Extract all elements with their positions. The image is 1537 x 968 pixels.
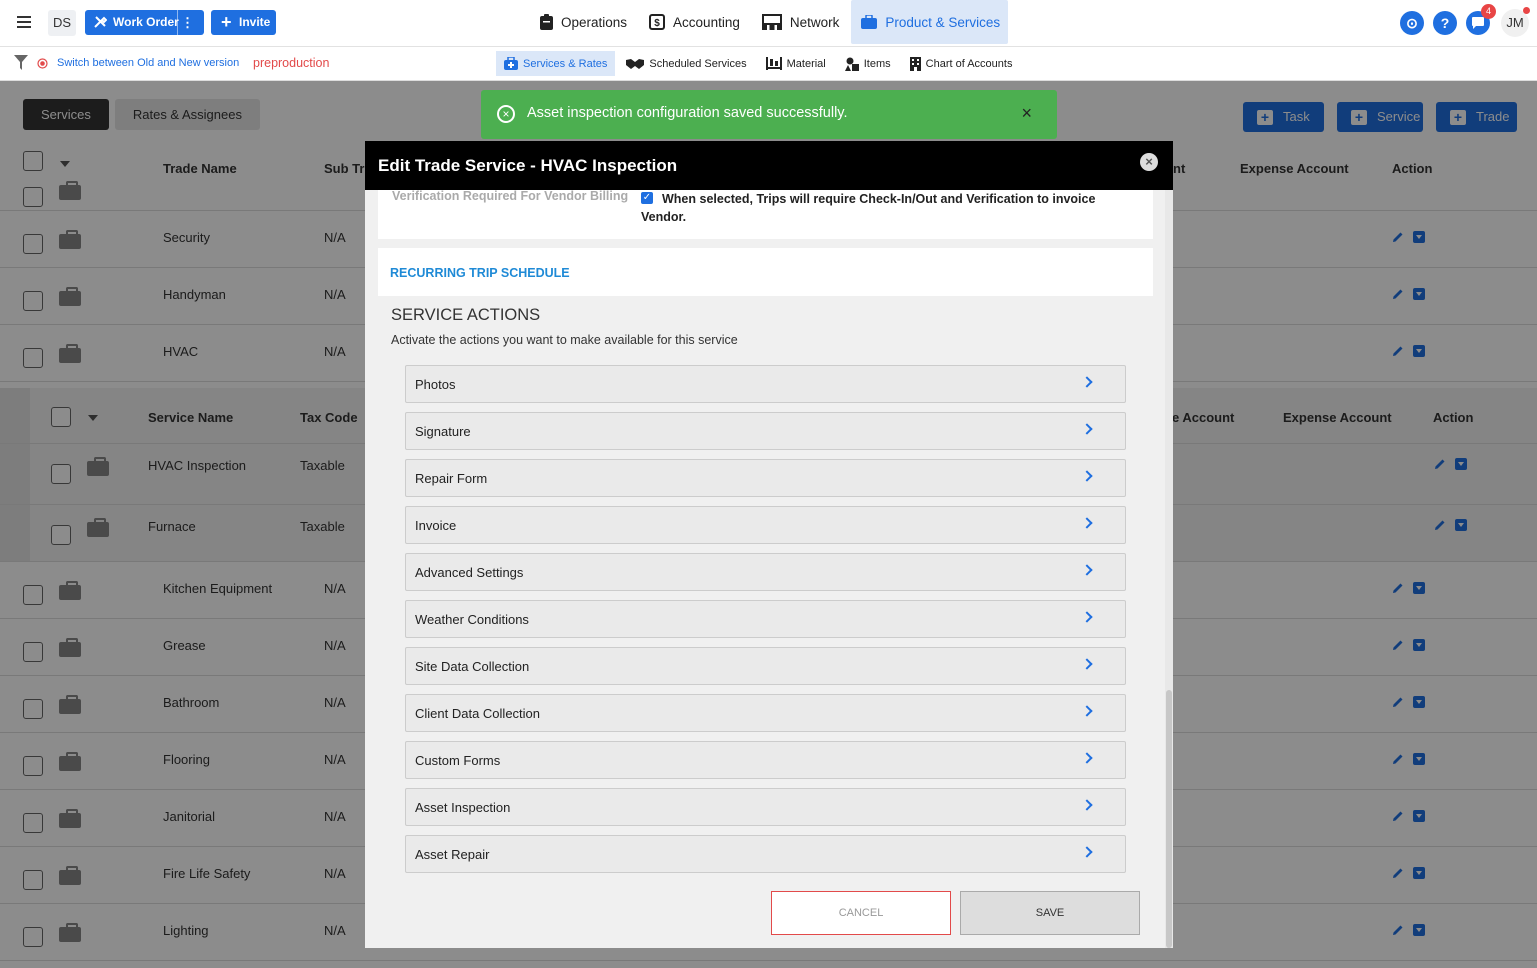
subnav-label: Chart of Accounts xyxy=(925,57,1013,70)
modal-title: Edit Trade Service - HVAC Inspection xyxy=(365,141,1173,190)
handshake-icon xyxy=(626,59,645,69)
subnav-chart-of-accounts[interactable]: Chart of Accounts xyxy=(902,51,1021,76)
chevron-right-icon xyxy=(1081,752,1093,764)
service-action-row[interactable]: Client Data Collection xyxy=(405,694,1126,732)
status-dot xyxy=(1523,7,1530,14)
tools-icon xyxy=(94,16,107,28)
plus-icon: + xyxy=(221,12,232,32)
ds-button[interactable]: DS xyxy=(48,10,76,36)
chevron-right-icon xyxy=(1081,799,1093,811)
service-action-label: Site Data Collection xyxy=(415,659,530,674)
subnav-label: Scheduled Services xyxy=(649,57,747,70)
briefcase-icon xyxy=(861,15,878,29)
nav-label: Network xyxy=(789,14,840,30)
nav-product-services[interactable]: Product & Services xyxy=(851,0,1009,44)
verification-description: When selected, Trips will require Check-… xyxy=(641,192,1096,224)
network-icon xyxy=(761,14,782,30)
service-action-row[interactable]: Weather Conditions xyxy=(405,600,1126,638)
chevron-right-icon xyxy=(1081,846,1093,858)
subnav-label: Services & Rates xyxy=(523,57,608,70)
service-action-row[interactable]: Custom Forms xyxy=(405,741,1126,779)
subnav-label: Items xyxy=(863,57,891,70)
work-order-label: Work Order xyxy=(113,15,179,29)
top-navbar: DS Work Order ⋮ + Invite Operations $ Ac… xyxy=(0,0,1537,47)
chevron-right-icon xyxy=(1081,705,1093,717)
service-action-label: Weather Conditions xyxy=(415,612,529,627)
nav-operations[interactable]: Operations xyxy=(530,0,635,44)
toast-message: Asset inspection configuration saved suc… xyxy=(527,105,848,121)
chevron-right-icon xyxy=(1081,611,1093,623)
work-order-more-icon[interactable]: ⋮ xyxy=(181,10,194,35)
medkit-icon xyxy=(504,57,518,70)
service-action-row[interactable]: Asset Repair xyxy=(405,835,1126,873)
shapes-icon xyxy=(844,57,859,71)
service-action-row[interactable]: Site Data Collection xyxy=(405,647,1126,685)
nav-label: Product & Services xyxy=(885,14,1001,30)
invite-label: Invite xyxy=(239,15,271,29)
service-action-label: Client Data Collection xyxy=(415,706,541,721)
service-action-label: Asset Repair xyxy=(415,847,490,862)
notification-badge: 4 xyxy=(1481,4,1496,19)
verification-label: Verification Required For Vendor Billing xyxy=(392,189,629,203)
service-action-row[interactable]: Photos xyxy=(405,365,1126,403)
building-icon xyxy=(909,56,921,71)
dollar-icon: $ xyxy=(649,14,666,30)
service-action-row[interactable]: Invoice xyxy=(405,506,1126,544)
chevron-right-icon xyxy=(1081,423,1093,435)
service-action-row[interactable]: Repair Form xyxy=(405,459,1126,497)
modal-close-icon[interactable]: × xyxy=(1140,153,1158,171)
subnav-services-rates[interactable]: Services & Rates xyxy=(496,51,616,76)
work-order-button[interactable]: Work Order ⋮ xyxy=(85,10,204,35)
nav-label: Operations xyxy=(561,14,628,30)
success-toast: × Asset inspection configuration saved s… xyxy=(481,90,1057,139)
service-action-label: Photos xyxy=(415,377,456,392)
recurring-trip-schedule-link[interactable]: RECURRING TRIP SCHEDULE xyxy=(390,266,570,280)
switch-version-link[interactable]: Switch between Old and New version xyxy=(57,57,239,69)
service-action-label: Custom Forms xyxy=(415,753,501,768)
subnav-items[interactable]: Items xyxy=(837,51,899,76)
record-icon xyxy=(37,58,48,69)
service-actions-subtitle: Activate the actions you want to make av… xyxy=(391,333,738,347)
subnav-material[interactable]: Material xyxy=(758,51,834,76)
filter-icon[interactable] xyxy=(14,55,28,70)
help-icon[interactable]: ? xyxy=(1433,11,1457,35)
chevron-right-icon xyxy=(1081,658,1093,670)
nav-accounting[interactable]: $ Accounting xyxy=(639,0,748,44)
save-button[interactable]: SAVE xyxy=(960,891,1140,935)
sub-navbar: Switch between Old and New version prepr… xyxy=(0,47,1537,81)
chevron-right-icon xyxy=(1081,517,1093,529)
service-actions-title: SERVICE ACTIONS xyxy=(391,306,541,324)
main-nav: Operations $ Accounting Network Product … xyxy=(530,0,1012,47)
chevron-right-icon xyxy=(1081,376,1093,388)
chevron-right-icon xyxy=(1081,470,1093,482)
nav-label: Accounting xyxy=(673,14,740,30)
subnav-label: Material xyxy=(786,57,826,70)
target-icon[interactable]: ⊙ xyxy=(1400,11,1424,35)
svg-text:$: $ xyxy=(654,18,660,29)
service-action-label: Signature xyxy=(415,424,471,439)
subnav-scheduled-services[interactable]: Scheduled Services xyxy=(618,51,754,76)
menu-icon[interactable] xyxy=(17,16,31,28)
verification-section: Verification Required For Vendor Billing… xyxy=(378,189,1153,239)
service-action-label: Asset Inspection xyxy=(415,800,511,815)
clipboard-icon xyxy=(540,14,553,30)
service-action-row[interactable]: Signature xyxy=(405,412,1126,450)
service-action-label: Advanced Settings xyxy=(415,565,524,580)
service-action-row[interactable]: Asset Inspection xyxy=(405,788,1126,826)
service-action-label: Invoice xyxy=(415,518,457,533)
nav-network[interactable]: Network xyxy=(752,0,848,44)
recurring-trip-schedule-section[interactable]: RECURRING TRIP SCHEDULE xyxy=(378,248,1153,296)
cancel-button[interactable]: CANCEL xyxy=(771,891,951,935)
environment-label: preproduction xyxy=(253,56,330,70)
chevron-right-icon xyxy=(1081,564,1093,576)
service-action-row[interactable]: Advanced Settings xyxy=(405,553,1126,591)
invite-button[interactable]: + Invite xyxy=(211,10,276,35)
modal-scrollbar[interactable] xyxy=(1165,190,1173,948)
edit-trade-service-modal: Edit Trade Service - HVAC Inspection × V… xyxy=(365,141,1173,948)
close-circle-icon: × xyxy=(497,105,515,123)
service-action-label: Repair Form xyxy=(415,471,488,486)
toast-close-icon[interactable]: × xyxy=(1021,103,1032,124)
pallet-icon xyxy=(765,57,782,70)
sub-nav: Services & Rates Scheduled Services Mate… xyxy=(496,51,1023,76)
